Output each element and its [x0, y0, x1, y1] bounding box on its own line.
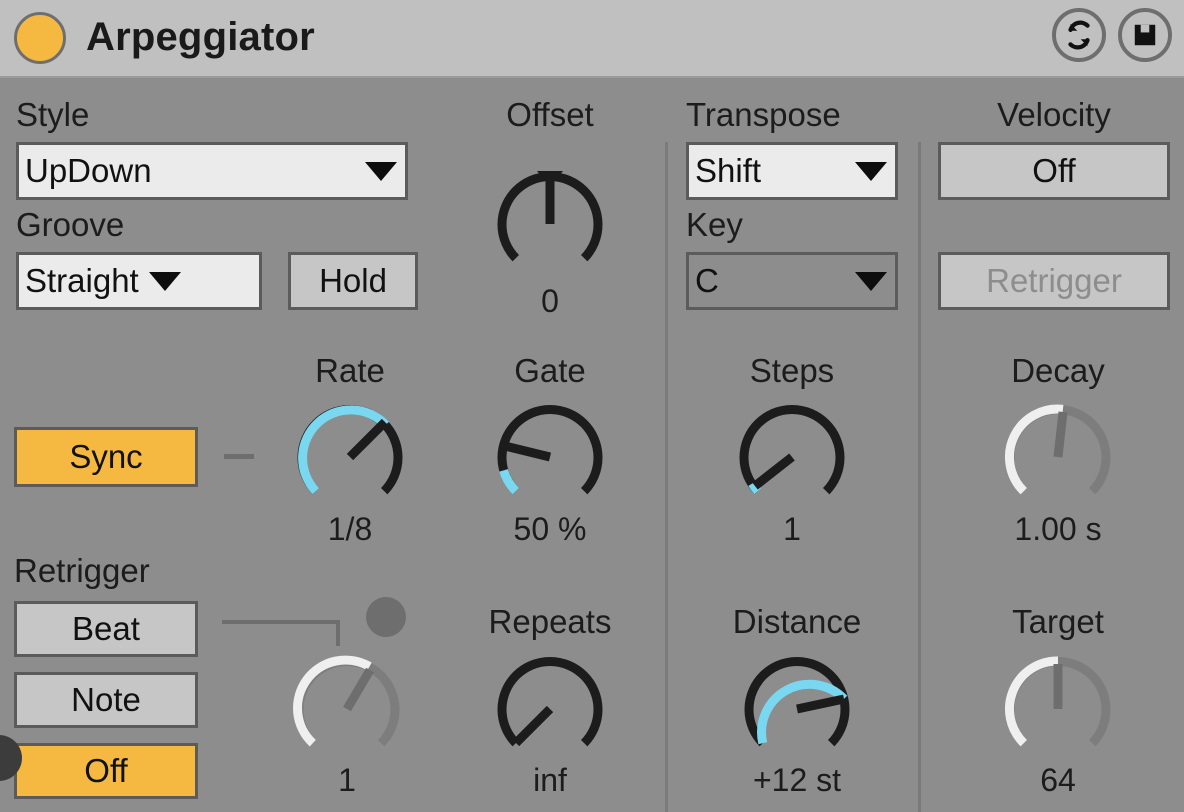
offset-value: 0: [541, 283, 559, 319]
floppy-disk-icon[interactable]: [1118, 8, 1172, 62]
gate-knob[interactable]: [491, 398, 609, 516]
velocity-retrigger-button[interactable]: Retrigger: [938, 252, 1170, 310]
retrigger-interval-value: 1: [338, 762, 356, 798]
transpose-dropdown[interactable]: Shift: [686, 142, 898, 200]
velocity-mode-button[interactable]: Off: [938, 142, 1170, 200]
target-label: Target: [1012, 603, 1104, 640]
key-dropdown[interactable]: C: [686, 252, 898, 310]
distance-knob[interactable]: [738, 650, 856, 768]
key-value: C: [695, 262, 719, 299]
target-value: 64: [1040, 762, 1076, 798]
section-divider-right: [918, 142, 921, 812]
steps-knob[interactable]: [733, 398, 851, 516]
sync-button[interactable]: Sync: [14, 427, 198, 487]
sync-link-dash: [224, 454, 254, 459]
chevron-down-icon: [365, 161, 397, 181]
chevron-down-icon: [855, 161, 887, 181]
target-knob[interactable]: [999, 650, 1117, 768]
repeats-value: inf: [533, 762, 567, 798]
steps-value: 1: [783, 511, 801, 547]
style-label: Style: [16, 96, 90, 133]
retrigger-connector-line: [222, 620, 340, 646]
gate-label: Gate: [514, 352, 586, 389]
device-title-bar: Arpeggiator: [0, 0, 1184, 78]
decay-knob[interactable]: [999, 398, 1117, 516]
offset-knob[interactable]: [491, 165, 609, 283]
device-power-led[interactable]: [14, 12, 66, 64]
chevron-down-icon: [855, 271, 887, 291]
distance-label: Distance: [732, 603, 862, 640]
hold-button[interactable]: Hold: [288, 252, 418, 310]
steps-label: Steps: [749, 352, 835, 389]
style-value: UpDown: [25, 152, 152, 189]
retrigger-interval-knob[interactable]: [288, 650, 406, 768]
chevron-down-icon: [148, 271, 181, 291]
rate-value: 1/8: [327, 511, 373, 547]
rate-knob[interactable]: [291, 398, 409, 516]
distance-value: +12 st: [752, 762, 842, 798]
section-divider-left: [665, 142, 668, 812]
transpose-value: Shift: [695, 152, 762, 189]
rate-label: Rate: [315, 352, 385, 389]
retrigger-off-button[interactable]: Off: [14, 743, 198, 799]
retrigger-note-button[interactable]: Note: [14, 672, 198, 728]
groove-value: Straight: [25, 262, 139, 299]
groove-dropdown[interactable]: Straight: [16, 252, 262, 310]
repeats-knob[interactable]: [491, 650, 609, 768]
style-dropdown[interactable]: UpDown: [16, 142, 408, 200]
swap-arrows-icon[interactable]: [1052, 8, 1106, 62]
velocity-label: Velocity: [997, 96, 1111, 133]
decay-value: 1.00 s: [1014, 511, 1102, 547]
transpose-label: Transpose: [686, 96, 841, 133]
retrigger-beat-button[interactable]: Beat: [14, 601, 198, 657]
groove-label: Groove: [16, 206, 125, 243]
retrigger-connector-dot: [366, 597, 406, 637]
decay-label: Decay: [1011, 352, 1105, 389]
offset-label: Offset: [506, 96, 594, 133]
arpeggiator-device: Arpeggiator Style UpDown Groove Straight: [0, 0, 1184, 812]
retrigger-label: Retrigger: [14, 552, 150, 589]
repeats-label: Repeats: [488, 603, 612, 640]
device-title: Arpeggiator: [86, 15, 315, 59]
gate-value: 50 %: [513, 511, 587, 547]
key-label: Key: [686, 206, 743, 243]
